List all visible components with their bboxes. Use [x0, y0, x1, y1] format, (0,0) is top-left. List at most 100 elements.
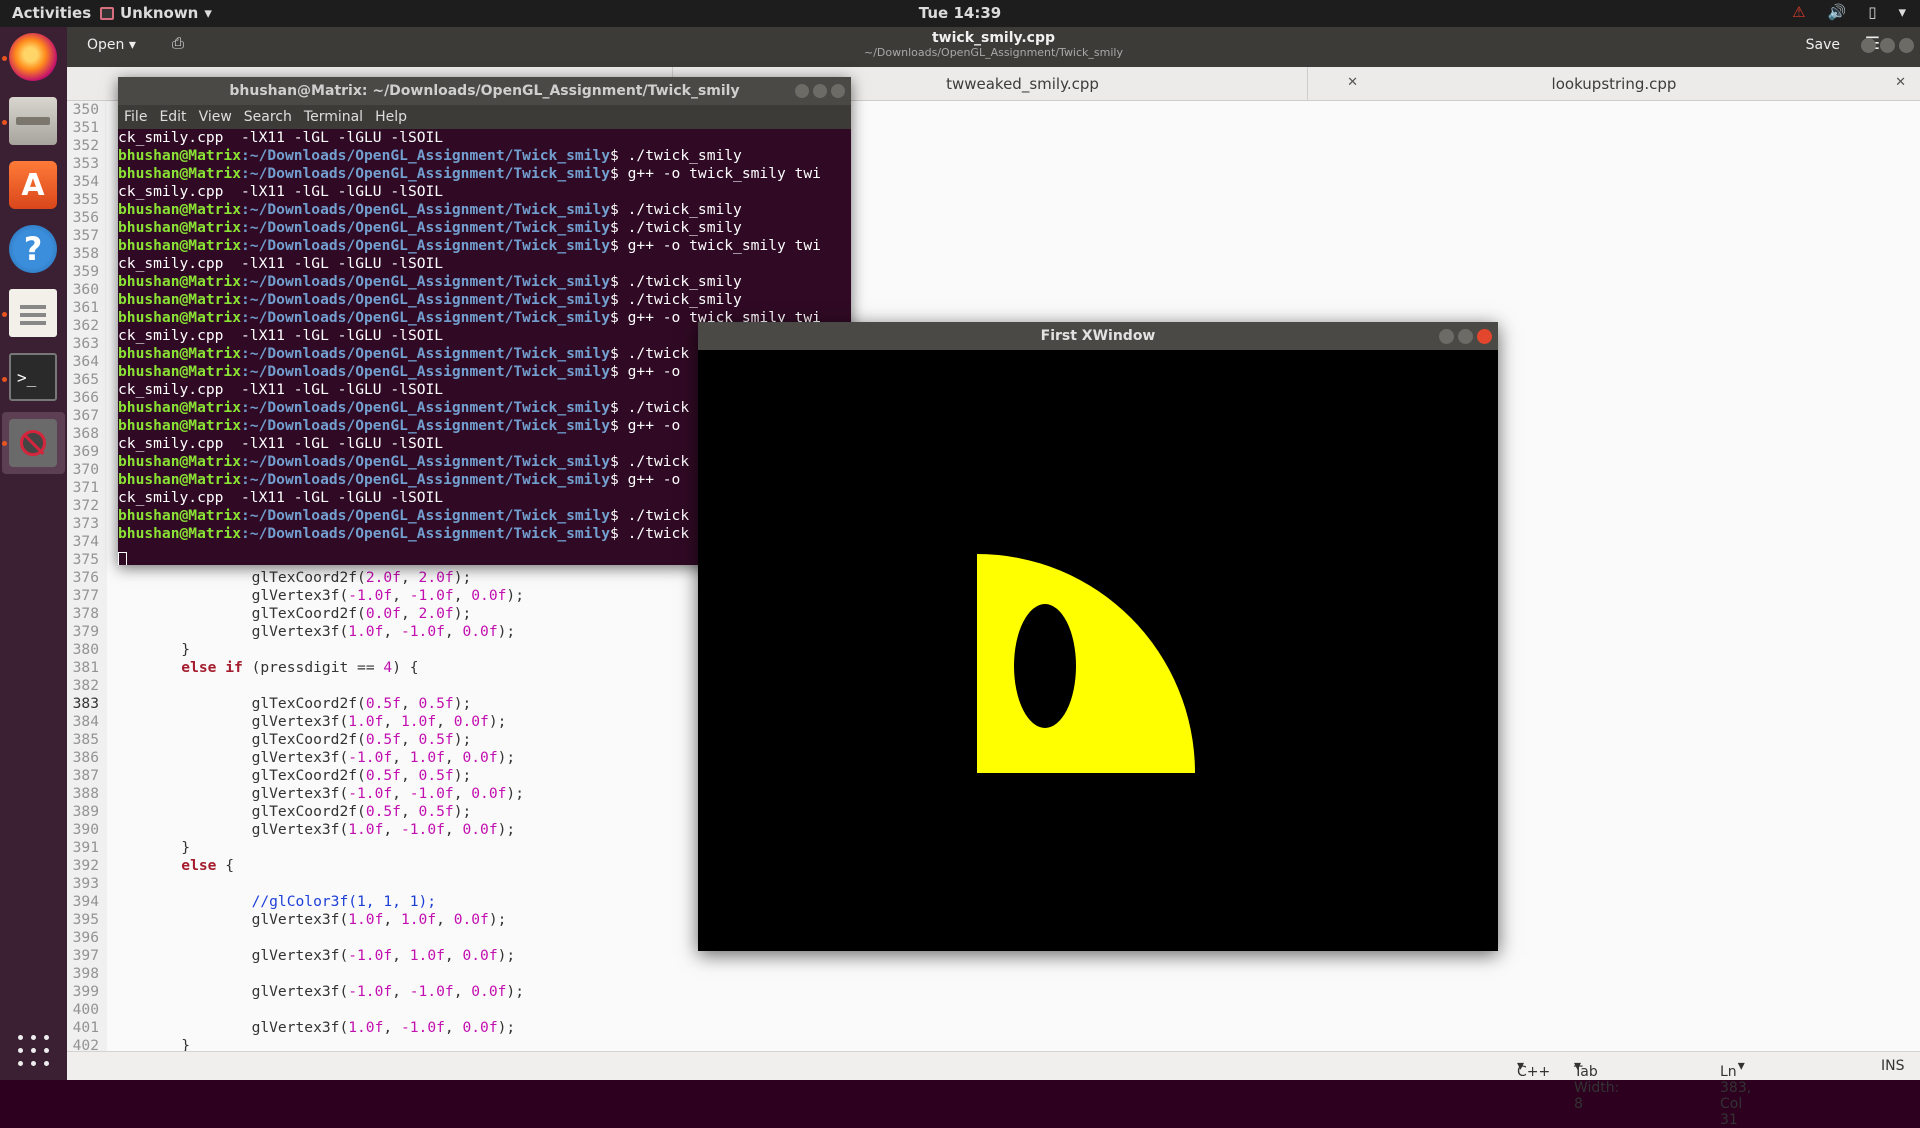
command-text: $ g++ -o [610, 471, 681, 488]
text-editor-icon[interactable] [9, 289, 57, 337]
prompt-path: :~/Downloads/OpenGL_Assignment/Twick_smi… [241, 507, 611, 524]
code-line: 401 glVertex3f(1.0f, -1.0f, 0.0f); [67, 1019, 516, 1037]
save-button[interactable]: Save [1806, 37, 1840, 53]
code-line: 380 } [67, 641, 190, 659]
line-number: 378 [72, 605, 99, 622]
menu-edit[interactable]: Edit [159, 109, 186, 125]
language-selector[interactable]: C++ ▾ [1517, 1058, 1550, 1080]
window-controls [1861, 38, 1914, 53]
terminal-line: ck_smily.cpp -lX11 -lGL -lGLU -lSOIL [118, 255, 443, 273]
code-line: 382 [67, 677, 99, 695]
code-line: 376 glTexCoord2f(2.0f, 2.0f); [67, 569, 472, 587]
line-number: 370 [72, 461, 99, 478]
tab-label: lookupstring.cpp [1551, 75, 1677, 93]
menu-search[interactable]: Search [244, 109, 292, 125]
cursor-position[interactable]: Ln 383, Col 31 ▾ [1720, 1058, 1751, 1128]
code-line: 397 glVertex3f(-1.0f, 1.0f, 0.0f); [67, 947, 516, 965]
help-icon[interactable]: ? [9, 225, 57, 273]
line-number: 361 [72, 299, 99, 316]
prompt-user: bhushan@Matrix [118, 219, 242, 236]
line-number: 401 [72, 1019, 99, 1036]
code-text: glTexCoord2f(0.5f, 0.5f); [111, 767, 472, 784]
line-number: 365 [72, 371, 99, 388]
prompt-user: bhushan@Matrix [118, 417, 242, 434]
menu-view[interactable]: View [199, 109, 232, 125]
minimize-button[interactable] [1861, 38, 1876, 53]
terminal-titlebar[interactable]: bhushan@Matrix: ~/Downloads/OpenGL_Assig… [118, 77, 851, 105]
output-text: ck_smily.cpp -lX11 -lGL -lGLU -lSOIL [118, 129, 444, 146]
terminal-line: ck_smily.cpp -lX11 -lGL -lGLU -lSOIL [118, 381, 443, 399]
command-text: $ g++ -o [610, 417, 681, 434]
code-line: 381 else if (pressdigit == 4) { [67, 659, 419, 677]
tab-width-selector[interactable]: Tab Width: 8 ▾ [1574, 1058, 1619, 1112]
prompt-user: bhushan@Matrix [118, 273, 242, 290]
line-number: 374 [72, 533, 99, 550]
terminal-line: bhushan@Matrix:~/Downloads/OpenGL_Assign… [118, 165, 821, 183]
terminal-icon[interactable]: >_ [9, 353, 57, 401]
tab-label: twweaked_smily.cpp [946, 75, 1099, 93]
files-icon[interactable] [9, 97, 57, 145]
system-tray[interactable]: ⚠ 🔊 ▯ ▾ [1792, 3, 1906, 21]
close-button[interactable] [1899, 38, 1914, 53]
close-button[interactable] [831, 84, 845, 98]
xwindow-titlebar[interactable]: First XWindow [698, 322, 1498, 350]
running-indicator [2, 377, 7, 382]
maximize-button[interactable] [1458, 329, 1473, 344]
tab-lookupstring[interactable]: lookupstring.cpp ✕ [1307, 67, 1920, 101]
command-text: $ ./twick [610, 525, 690, 542]
close-button[interactable] [1477, 329, 1492, 344]
close-tab-icon[interactable]: ✕ [1895, 75, 1906, 90]
software-center-icon[interactable]: A [9, 161, 57, 209]
code-text: glTexCoord2f(0.5f, 0.5f); [111, 731, 472, 748]
prompt-path: :~/Downloads/OpenGL_Assignment/Twick_smi… [241, 237, 611, 254]
command-text: $ g++ -o twick_smily twi [610, 237, 821, 254]
warning-icon[interactable]: ⚠ [1792, 3, 1805, 21]
prompt-user: bhushan@Matrix [118, 201, 242, 218]
firefox-icon[interactable] [9, 33, 57, 81]
prompt-user: bhushan@Matrix [118, 309, 242, 326]
code-line: 384 glVertex3f(1.0f, 1.0f, 0.0f); [67, 713, 507, 731]
line-number: 359 [72, 263, 99, 280]
terminal-title: bhushan@Matrix: ~/Downloads/OpenGL_Assig… [229, 83, 740, 99]
code-line: 374 [67, 533, 99, 551]
command-text: $ g++ -o [610, 363, 681, 380]
unknown-app-icon[interactable] [9, 419, 57, 467]
code-line: 385 glTexCoord2f(0.5f, 0.5f); [67, 731, 472, 749]
line-number: 392 [72, 857, 99, 874]
show-applications-icon[interactable] [18, 1035, 49, 1066]
output-text: ck_smily.cpp -lX11 -lGL -lGLU -lSOIL [118, 327, 444, 344]
maximize-button[interactable] [813, 84, 827, 98]
code-line: 372 [67, 497, 99, 515]
prompt-path: :~/Downloads/OpenGL_Assignment/Twick_smi… [241, 363, 611, 380]
xwindow-title: First XWindow [1040, 328, 1156, 344]
maximize-button[interactable] [1880, 38, 1895, 53]
menu-file[interactable]: File [124, 109, 147, 125]
code-line: 371 [67, 479, 99, 497]
code-line: 351 [67, 119, 99, 137]
menu-terminal[interactable]: Terminal [304, 109, 363, 125]
code-line: 361 [67, 299, 99, 317]
top-bar: Activities Unknown ▾ Tue 14:39 ⚠ 🔊 ▯ ▾ [0, 0, 1920, 27]
code-line: 393 [67, 875, 99, 893]
command-text: $ ./twick_smily [610, 147, 742, 164]
line-number: 372 [72, 497, 99, 514]
menu-help[interactable]: Help [375, 109, 407, 125]
opengl-canvas[interactable] [698, 350, 1498, 951]
terminal-line: bhushan@Matrix:~/Downloads/OpenGL_Assign… [118, 147, 742, 165]
system-menu-chevron-icon[interactable]: ▾ [1898, 3, 1906, 21]
command-text: $ ./twick_smily [610, 201, 742, 218]
clock[interactable]: Tue 14:39 [0, 4, 1920, 22]
code-line: 400 [67, 1001, 99, 1019]
battery-icon[interactable]: ▯ [1868, 3, 1876, 21]
line-number: 398 [72, 965, 99, 982]
minimize-button[interactable] [1439, 329, 1454, 344]
gedit-headerbar: Open ▾ ⎙ twick_smily.cpp ~/Downloads/Ope… [67, 27, 1920, 67]
code-line: 357 [67, 227, 99, 245]
smiley-eye [1014, 604, 1076, 728]
window-title: twick_smily.cpp ~/Downloads/OpenGL_Assig… [67, 30, 1920, 59]
minimize-button[interactable] [795, 84, 809, 98]
volume-icon[interactable]: 🔊 [1828, 3, 1847, 21]
line-number: 366 [72, 389, 99, 406]
prompt-user: bhushan@Matrix [118, 507, 242, 524]
command-text: $ ./twick [610, 453, 690, 470]
